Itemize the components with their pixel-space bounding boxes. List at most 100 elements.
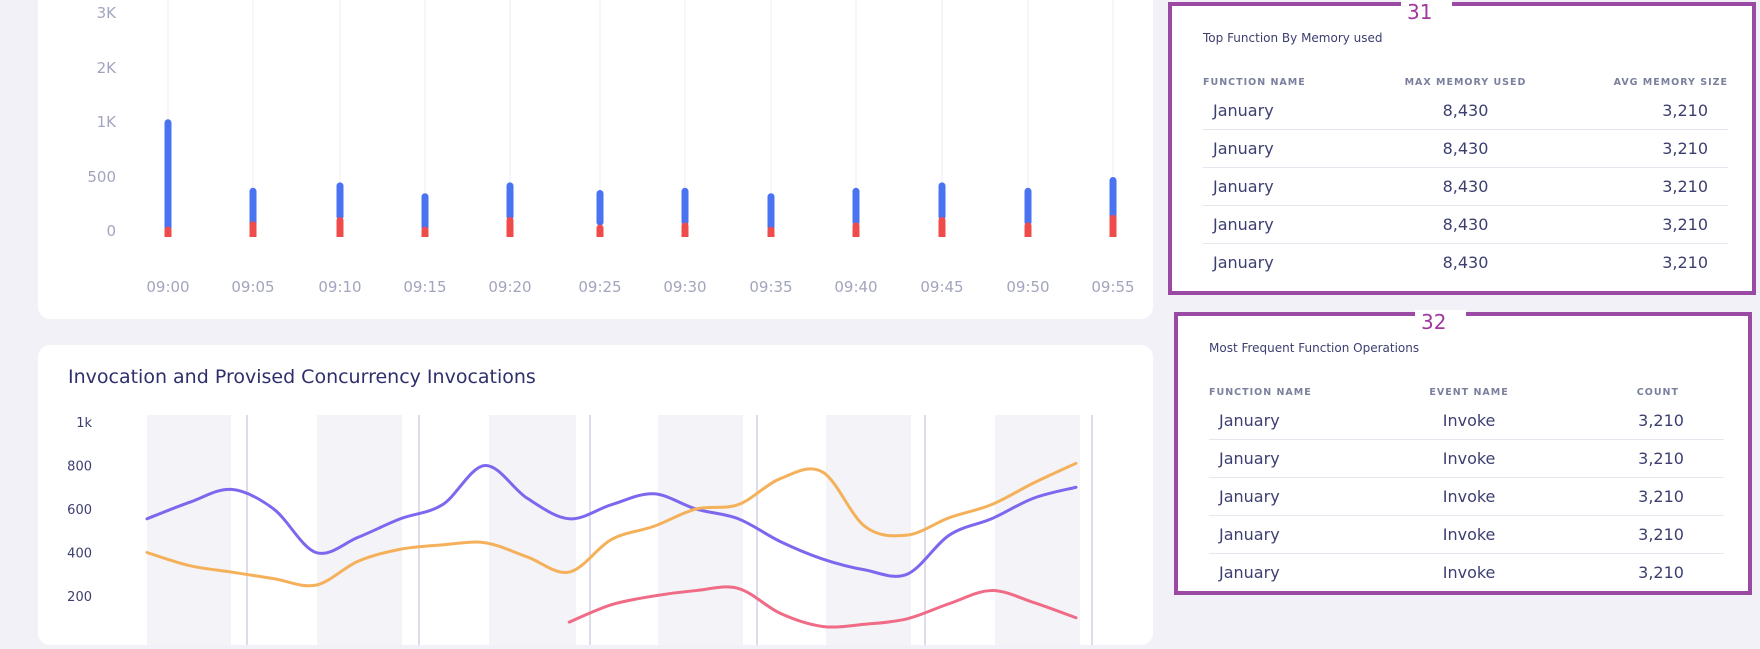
- blue-bar: [681, 187, 689, 226]
- bar-chart: 3K 2K 1K 500 0 09:00 09:05 09:10 09:15 09:20 09:25…: [87, 0, 1135, 296]
- table-cell: Invoke: [1442, 563, 1496, 582]
- table-cell: 3,210: [1662, 177, 1708, 196]
- x-tick-label: 09:40: [834, 278, 877, 296]
- table-cell: Invoke: [1442, 449, 1496, 468]
- shaded-band: [317, 415, 402, 649]
- table-row: January 8,430 3,210: [1203, 244, 1728, 281]
- shaded-band: [147, 415, 231, 649]
- column-header: FUNCTION NAME: [1203, 76, 1306, 88]
- frequent-operations-panel: 32 Most Frequent Function Operations FUN…: [1174, 310, 1752, 595]
- table-cell: January: [1213, 253, 1274, 272]
- blue-bar: [852, 187, 860, 226]
- table-cell: January: [1219, 411, 1280, 430]
- table-body: January 8,430 3,210 January 8,430 3,210 Januar…: [1203, 92, 1728, 281]
- y-tick-label: 1k: [76, 416, 92, 431]
- red-bar: [938, 216, 946, 240]
- blue-bar: [506, 182, 514, 221]
- line-chart-card: Invocation and Provised Concurrency Invo…: [38, 345, 1153, 649]
- table-row: January Invoke 3,210: [1209, 554, 1724, 591]
- table-cell: 3,210: [1638, 449, 1684, 468]
- blue-bar: [1024, 187, 1032, 226]
- table-cell: Invoke: [1442, 525, 1496, 544]
- line-chart: Invocation and Provised Concurrency Invo…: [67, 366, 1093, 649]
- x-tick-label: 09:25: [578, 278, 621, 296]
- y-tick-label: 500: [87, 168, 116, 186]
- table-row: January Invoke 3,210: [1209, 402, 1724, 440]
- x-tick-label: 09:50: [1006, 278, 1049, 296]
- baseline-cover: [128, 237, 1128, 241]
- table-cell: January: [1219, 449, 1280, 468]
- x-tick-label: 09:20: [488, 278, 531, 296]
- column-header: EVENT NAME: [1429, 386, 1509, 398]
- table-cell: 3,210: [1638, 487, 1684, 506]
- x-tick-label: 09:30: [663, 278, 706, 296]
- table-cell: January: [1213, 177, 1274, 196]
- table-cell: Invoke: [1442, 487, 1496, 506]
- column-header: FUNCTION NAME: [1209, 386, 1312, 398]
- table-cell: 3,210: [1638, 525, 1684, 544]
- table-cell: January: [1213, 101, 1274, 120]
- blue-bar: [596, 189, 604, 226]
- y-tick-label: 600: [67, 503, 92, 518]
- panel-number: 31: [1401, 0, 1453, 24]
- table-row: January 8,430 3,210: [1203, 168, 1728, 206]
- y-tick-label: 0: [106, 222, 116, 240]
- table-cell: 8,430: [1442, 253, 1489, 272]
- red-bar: [506, 216, 514, 240]
- table-cell: 3,210: [1662, 253, 1708, 272]
- table-cell: January: [1219, 487, 1280, 506]
- panel-title: Top Function By Memory used: [1203, 31, 1383, 45]
- table-cell: January: [1219, 563, 1280, 582]
- shaded-band: [489, 415, 576, 649]
- table-row: January 8,430 3,210: [1203, 92, 1728, 130]
- table-header: FUNCTION NAME MAX MEMORY USED AVG MEMORY…: [1203, 72, 1728, 92]
- table-cell: 8,430: [1442, 139, 1489, 158]
- table-cell: 8,430: [1442, 215, 1489, 234]
- y-tick-label: 2K: [97, 59, 118, 77]
- table-cell: 3,210: [1638, 411, 1684, 430]
- bar-chart-card: 3K 2K 1K 500 0 09:00 09:05 09:10 09:15 09:20 09:25…: [38, 0, 1153, 319]
- blue-bar: [336, 182, 344, 221]
- table-cell: 3,210: [1662, 215, 1708, 234]
- blue-bar: [164, 119, 172, 231]
- y-tick-label: 3K: [97, 4, 118, 22]
- table-row: January Invoke 3,210: [1209, 516, 1724, 554]
- table-cell: Invoke: [1442, 411, 1496, 430]
- table-cell: 3,210: [1662, 139, 1708, 158]
- purple-series-line: [145, 464, 1078, 578]
- column-header: MAX MEMORY USED: [1404, 76, 1527, 88]
- y-tick-label: 200: [67, 590, 92, 605]
- memory-table: FUNCTION NAME MAX MEMORY USED AVG MEMORY…: [1203, 72, 1728, 281]
- column-header: COUNT: [1636, 386, 1679, 398]
- x-tick-label: 09:35: [749, 278, 792, 296]
- x-tick-label: 09:55: [1091, 278, 1134, 296]
- table-row: January Invoke 3,210: [1209, 440, 1724, 478]
- blue-bar: [1109, 177, 1117, 221]
- red-bar: [336, 216, 344, 240]
- blue-bar: [421, 193, 429, 231]
- x-tick-label: 09:00: [146, 278, 189, 296]
- table-row: January 8,430 3,210: [1203, 206, 1728, 244]
- table-cell: 8,430: [1442, 177, 1489, 196]
- shaded-band: [995, 415, 1080, 649]
- chart-title: Invocation and Provised Concurrency Invo…: [68, 366, 536, 388]
- table-row: January 8,430 3,210: [1203, 130, 1728, 168]
- table-cell: January: [1213, 139, 1274, 158]
- table-body: January Invoke 3,210 January Invoke 3,210 Janu…: [1209, 402, 1724, 591]
- table-cell: January: [1219, 525, 1280, 544]
- y-tick-label: 800: [67, 460, 92, 475]
- y-tick-label: 400: [67, 547, 92, 562]
- blue-bar: [938, 182, 946, 221]
- table-cell: 3,210: [1662, 101, 1708, 120]
- shaded-band: [658, 415, 743, 649]
- x-tick-label: 09:10: [318, 278, 361, 296]
- panel-number: 32: [1415, 310, 1467, 334]
- operations-table: FUNCTION NAME EVENT NAME COUNT January In…: [1209, 382, 1724, 591]
- top-function-memory-panel: 31 Top Function By Memory used FUNCTION …: [1168, 0, 1756, 295]
- table-cell: 3,210: [1638, 563, 1684, 582]
- y-tick-label: 1K: [97, 113, 118, 131]
- red-bar: [1109, 214, 1117, 240]
- panel-title: Most Frequent Function Operations: [1209, 341, 1420, 355]
- x-tick-label: 09:15: [403, 278, 446, 296]
- x-tick-label: 09:05: [231, 278, 274, 296]
